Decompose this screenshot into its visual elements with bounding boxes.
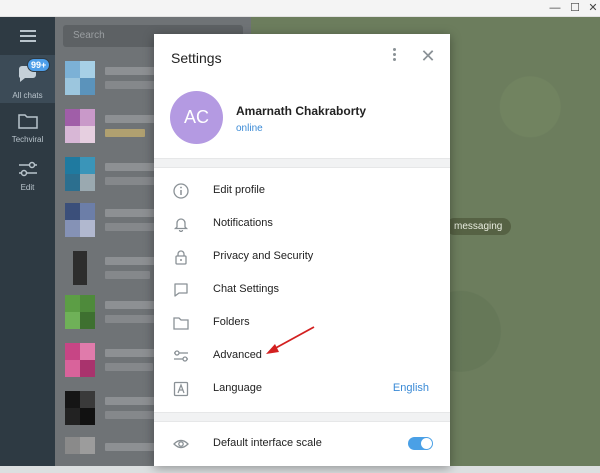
blurred-avatar bbox=[65, 295, 95, 329]
minimize-icon[interactable]: — bbox=[546, 0, 564, 16]
profile-status: online bbox=[236, 123, 263, 134]
section-divider bbox=[154, 412, 450, 422]
eye-icon bbox=[173, 439, 189, 449]
blurred-avatar bbox=[65, 109, 95, 143]
rail-item-label: Edit bbox=[20, 183, 35, 192]
info-icon bbox=[173, 183, 189, 199]
maximize-icon[interactable]: ☐ bbox=[566, 0, 584, 16]
lock-icon bbox=[175, 250, 187, 265]
rail-item-edit[interactable]: Edit bbox=[0, 157, 55, 197]
menu-item-chat-settings[interactable]: Chat Settings bbox=[154, 274, 450, 307]
menu-item-privacy-security[interactable]: Privacy and Security bbox=[154, 241, 450, 274]
close-window-icon[interactable]: ✕ bbox=[584, 0, 600, 16]
more-options-icon[interactable] bbox=[387, 46, 401, 66]
blurred-avatar bbox=[65, 203, 95, 237]
hamburger-menu-button[interactable] bbox=[0, 25, 55, 51]
menu-item-edit-profile[interactable]: Edit profile bbox=[154, 175, 450, 208]
interface-scale-toggle[interactable] bbox=[408, 437, 433, 450]
menu-item-label: Advanced bbox=[213, 349, 262, 361]
blurred-avatar bbox=[65, 157, 95, 191]
menu-item-interface-scale[interactable]: Default interface scale bbox=[154, 428, 450, 461]
bell-icon bbox=[173, 218, 189, 232]
dialog-title: Settings bbox=[171, 50, 222, 66]
blurred-avatar bbox=[65, 61, 95, 95]
folder-icon bbox=[17, 114, 38, 129]
avatar[interactable]: AC bbox=[170, 91, 223, 144]
language-value: English bbox=[392, 382, 429, 394]
blurred-avatar bbox=[65, 251, 95, 285]
language-icon bbox=[173, 381, 189, 397]
close-icon[interactable]: ✕ bbox=[420, 46, 436, 66]
menu-item-label: Language bbox=[213, 382, 262, 394]
blurred-avatar bbox=[65, 391, 95, 425]
service-message-pill: messaging bbox=[446, 218, 511, 235]
menu-item-label: Folders bbox=[213, 316, 250, 328]
hamburger-icon bbox=[19, 30, 36, 42]
rail-item-label: All chats bbox=[12, 91, 43, 100]
folder-rail: 99+ All chats Techviral Edit bbox=[0, 17, 55, 466]
menu-item-language[interactable]: Language English bbox=[154, 373, 450, 406]
window-titlebar: — ☐ ✕ bbox=[0, 0, 600, 17]
menu-item-label: Notifications bbox=[213, 217, 273, 229]
settings-dialog: Settings ✕ AC Amarnath Chakraborty onlin… bbox=[154, 34, 450, 466]
rail-item-techviral[interactable]: Techviral bbox=[0, 109, 55, 149]
chat-bubble-icon bbox=[174, 283, 188, 297]
blurred-avatar bbox=[65, 343, 95, 377]
menu-item-label: Privacy and Security bbox=[213, 250, 314, 262]
rail-item-all-chats[interactable]: 99+ All chats bbox=[0, 55, 55, 103]
menu-item-label: Edit profile bbox=[213, 184, 265, 196]
section-divider bbox=[154, 158, 450, 168]
menu-item-label: Default interface scale bbox=[213, 437, 322, 449]
profile-name: Amarnath Chakraborty bbox=[236, 104, 367, 118]
menu-item-folders[interactable]: Folders bbox=[154, 307, 450, 340]
unread-badge: 99+ bbox=[27, 58, 51, 72]
rail-item-label: Techviral bbox=[11, 135, 44, 144]
sliders-icon bbox=[174, 350, 188, 362]
folder-icon bbox=[173, 317, 189, 330]
menu-item-advanced[interactable]: Advanced bbox=[154, 340, 450, 373]
menu-item-label: Chat Settings bbox=[213, 283, 280, 295]
menu-item-notifications[interactable]: Notifications bbox=[154, 208, 450, 241]
sliders-icon bbox=[18, 161, 37, 177]
